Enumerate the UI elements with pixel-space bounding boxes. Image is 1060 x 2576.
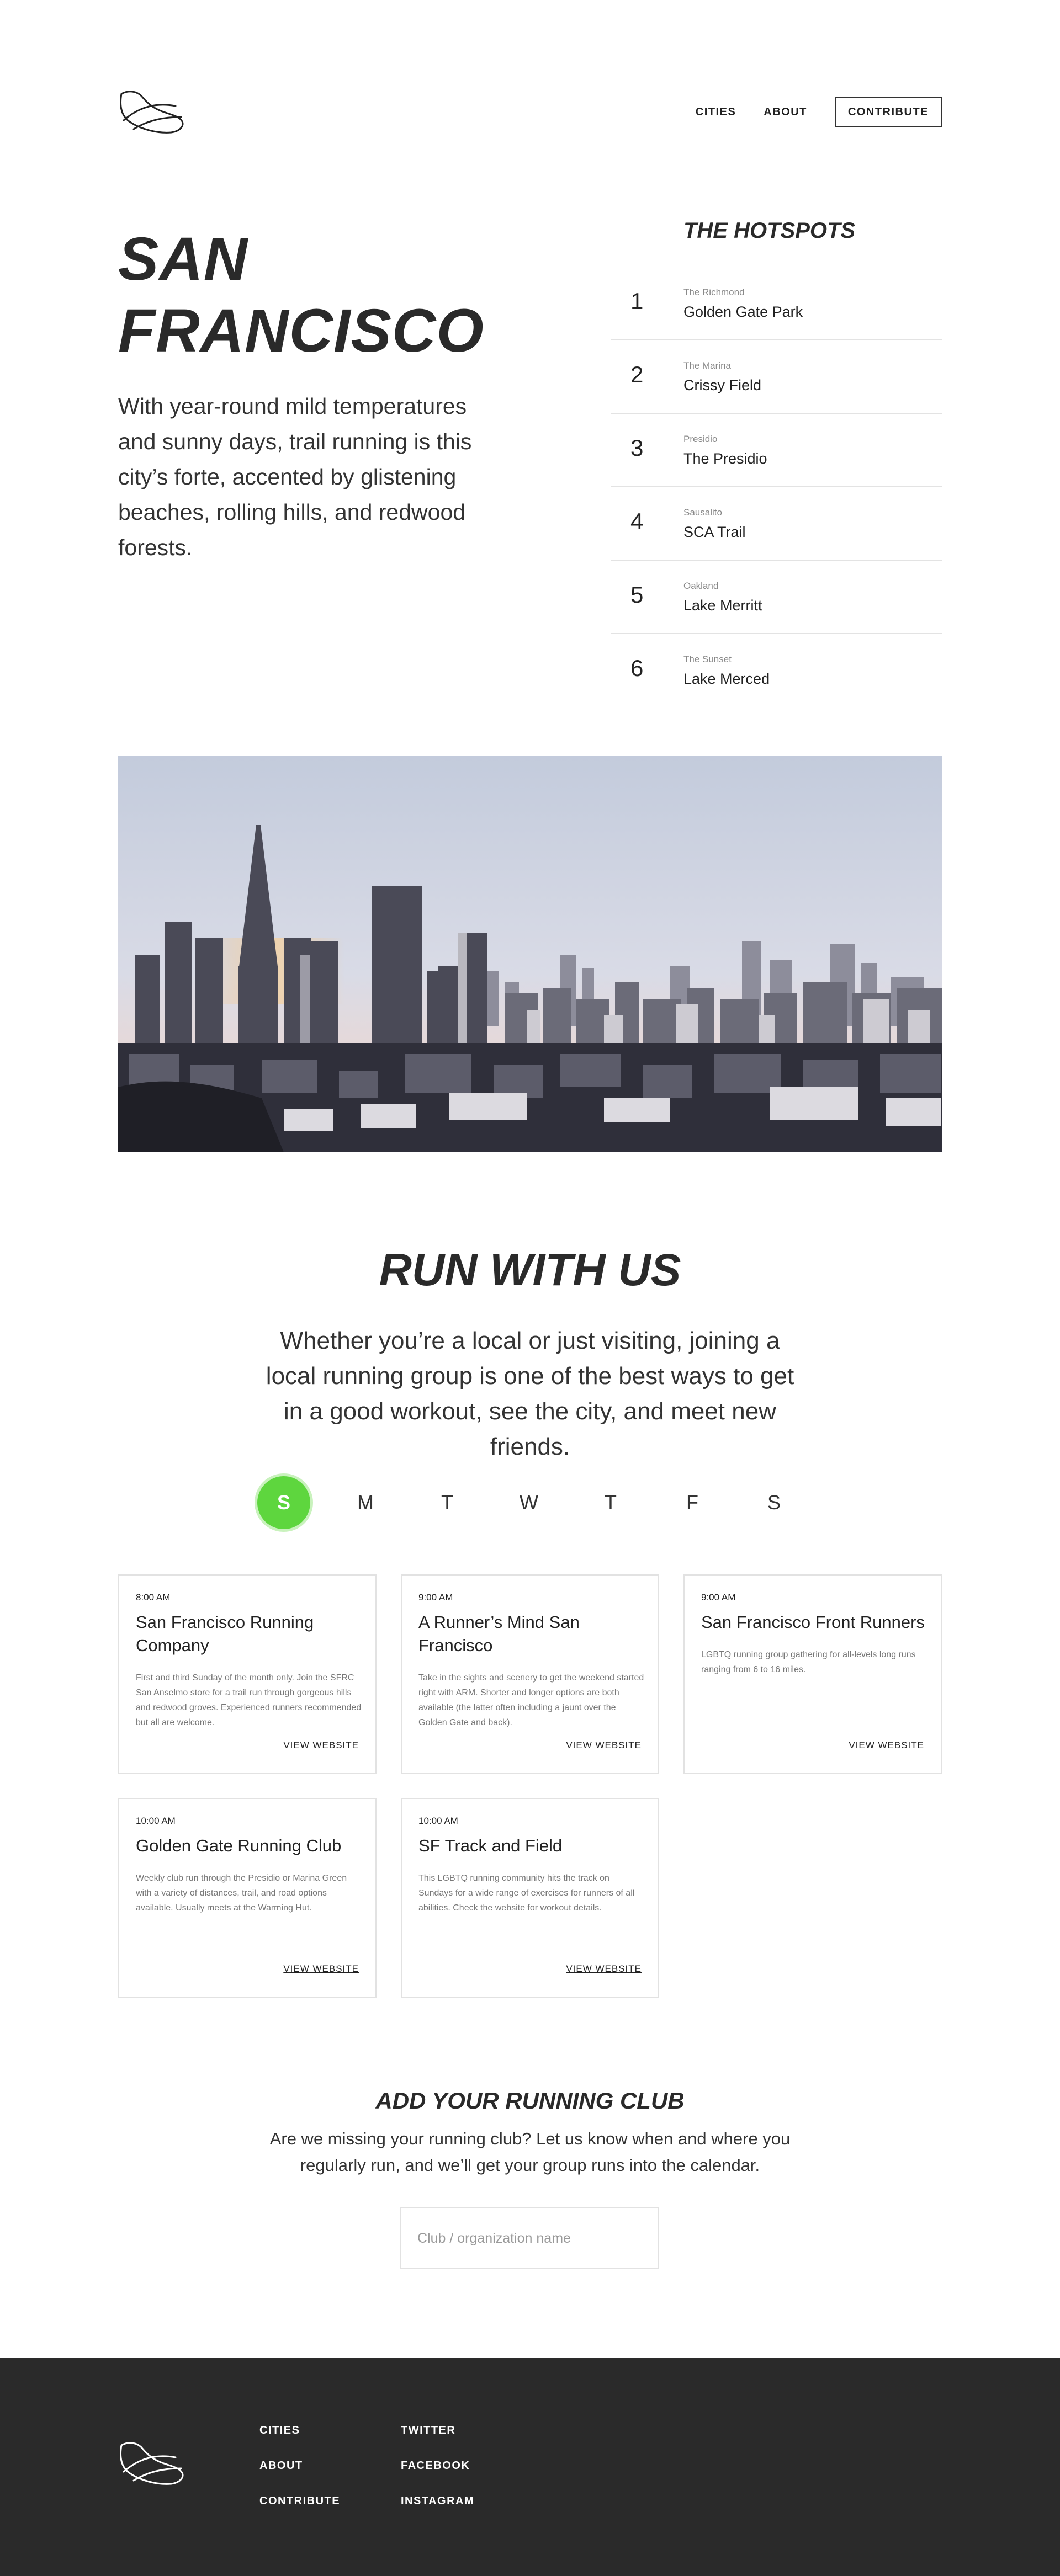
footer-cities-link[interactable]: CITIES	[259, 2424, 340, 2460]
footer-instagram-link[interactable]: INSTAGRAM	[401, 2495, 474, 2530]
day-selector: S M T W T F S	[257, 1476, 809, 1529]
hotspot-name: Golden Gate Park	[683, 304, 803, 320]
nav-contribute-button[interactable]: CONTRIBUTE	[834, 97, 942, 127]
run-with-us-description: Whether you’re a local or just visiting,…	[266, 1327, 794, 1460]
club-card: 10:00 AM Golden Gate Running Club Weekly…	[118, 1798, 377, 1998]
club-time: 10:00 AM	[136, 1816, 176, 1826]
view-website-link[interactable]: VIEW WEBSITE	[283, 1740, 359, 1751]
footer-social-links: TWITTER FACEBOOK INSTAGRAM	[401, 2424, 474, 2530]
day-tab-wednesday[interactable]: W	[502, 1476, 555, 1529]
run-with-us-heading: RUN WITH US	[379, 1245, 681, 1295]
hotspot-rank: 6	[630, 655, 644, 681]
hotspot-name: The Presidio	[683, 450, 767, 467]
hotspots-heading: THE HOTSPOTS	[683, 219, 856, 243]
day-tab-tuesday[interactable]: T	[421, 1476, 474, 1529]
footer-facebook-link[interactable]: FACEBOOK	[401, 2460, 474, 2495]
club-name: Golden Gate Running Club	[136, 1836, 342, 1855]
club-name: A Runner’s Mind San Francisco	[418, 1612, 580, 1655]
add-club-description: Are we missing your running club? Let us…	[269, 2129, 791, 2175]
nav-cities-link[interactable]: CITIES	[696, 106, 736, 119]
club-time: 9:00 AM	[701, 1592, 736, 1603]
hotspot-item[interactable]: 4 Sausalito SCA Trail	[611, 487, 942, 561]
club-name-input[interactable]	[400, 2207, 659, 2269]
view-website-link[interactable]: VIEW WEBSITE	[283, 1963, 359, 1974]
hotspot-rank: 2	[630, 361, 644, 387]
club-name: San Francisco Front Runners	[701, 1612, 925, 1632]
club-description: LGBTQ running group gathering for all-le…	[701, 1650, 916, 1674]
page-title-line2: FRANCISCO	[118, 297, 484, 365]
club-description: First and third Sunday of the month only…	[136, 1673, 362, 1727]
add-club-heading: ADD YOUR RUNNING CLUB	[375, 2088, 685, 2114]
page-title: SAN FRANCISCO	[118, 223, 505, 367]
city-description: With year-round mild temperatures and su…	[118, 393, 472, 560]
club-time: 8:00 AM	[136, 1592, 171, 1603]
view-website-link[interactable]: VIEW WEBSITE	[849, 1740, 924, 1751]
hotspot-area: The Marina	[683, 360, 731, 371]
club-name: San Francisco Running Company	[136, 1612, 314, 1655]
hotspots-list: 1 The Richmond Golden Gate Park 2 The Ma…	[611, 267, 942, 707]
main-nav: CITIES ABOUT CONTRIBUTE	[668, 97, 942, 127]
day-tab-thursday[interactable]: T	[584, 1476, 637, 1529]
hotspot-name: SCA Trail	[683, 524, 746, 540]
hotspot-area: The Sunset	[683, 654, 732, 664]
day-tab-sunday[interactable]: S	[257, 1476, 310, 1529]
hotspot-name: Crissy Field	[683, 377, 762, 393]
site-header: CITIES ABOUT CONTRIBUTE	[118, 83, 942, 143]
footer-contribute-link[interactable]: CONTRIBUTE	[259, 2495, 340, 2530]
hotspot-rank: 1	[630, 288, 644, 314]
day-tab-monday[interactable]: M	[339, 1476, 392, 1529]
club-card: 9:00 AM A Runner’s Mind San Francisco Ta…	[401, 1574, 659, 1774]
club-name: SF Track and Field	[418, 1836, 563, 1855]
club-description: Weekly club run through the Presidio or …	[136, 1874, 347, 1913]
club-time: 9:00 AM	[418, 1592, 453, 1603]
hotspot-rank: 5	[630, 582, 644, 608]
hotspot-rank: 4	[630, 508, 644, 534]
hotspot-item[interactable]: 2 The Marina Crissy Field	[611, 340, 942, 414]
club-time: 10:00 AM	[418, 1816, 458, 1826]
hotspot-area: Presidio	[683, 434, 718, 444]
view-website-link[interactable]: VIEW WEBSITE	[566, 1740, 642, 1751]
view-website-link[interactable]: VIEW WEBSITE	[566, 1963, 642, 1974]
footer-twitter-link[interactable]: TWITTER	[401, 2424, 474, 2460]
club-description: Take in the sights and scenery to get th…	[418, 1673, 644, 1727]
day-tab-saturday[interactable]: S	[748, 1476, 801, 1529]
hotspot-rank: 3	[630, 435, 644, 461]
hotspot-name: Lake Merced	[683, 670, 770, 687]
club-card: 10:00 AM SF Track and Field This LGBTQ r…	[401, 1798, 659, 1998]
hotspot-area: Oakland	[683, 581, 719, 591]
hotspot-item[interactable]: 1 The Richmond Golden Gate Park	[611, 267, 942, 340]
nav-about-link[interactable]: ABOUT	[764, 106, 807, 119]
club-card: 9:00 AM San Francisco Front Runners LGBT…	[683, 1574, 942, 1774]
club-description: This LGBTQ running community hits the tr…	[418, 1874, 635, 1913]
hotspot-name: Lake Merritt	[683, 597, 762, 614]
footer-site-links: CITIES ABOUT CONTRIBUTE	[259, 2424, 340, 2530]
day-tab-friday[interactable]: F	[666, 1476, 719, 1529]
running-shoe-icon[interactable]	[118, 89, 187, 139]
hotspot-item[interactable]: 5 Oakland Lake Merritt	[611, 561, 942, 634]
hotspot-item[interactable]: 3 Presidio The Presidio	[611, 414, 942, 487]
city-skyline-image	[118, 756, 942, 1152]
footer-about-link[interactable]: ABOUT	[259, 2460, 340, 2495]
site-footer: CITIES ABOUT CONTRIBUTE TWITTER FACEBOOK…	[0, 2358, 1060, 2576]
page-title-line1: SAN	[118, 225, 248, 293]
running-shoe-icon[interactable]	[118, 2441, 187, 2490]
club-card: 8:00 AM San Francisco Running Company Fi…	[118, 1574, 377, 1774]
hotspot-area: The Richmond	[683, 287, 745, 297]
hotspot-item[interactable]: 6 The Sunset Lake Merced	[611, 634, 942, 707]
hotspot-area: Sausalito	[683, 507, 722, 518]
